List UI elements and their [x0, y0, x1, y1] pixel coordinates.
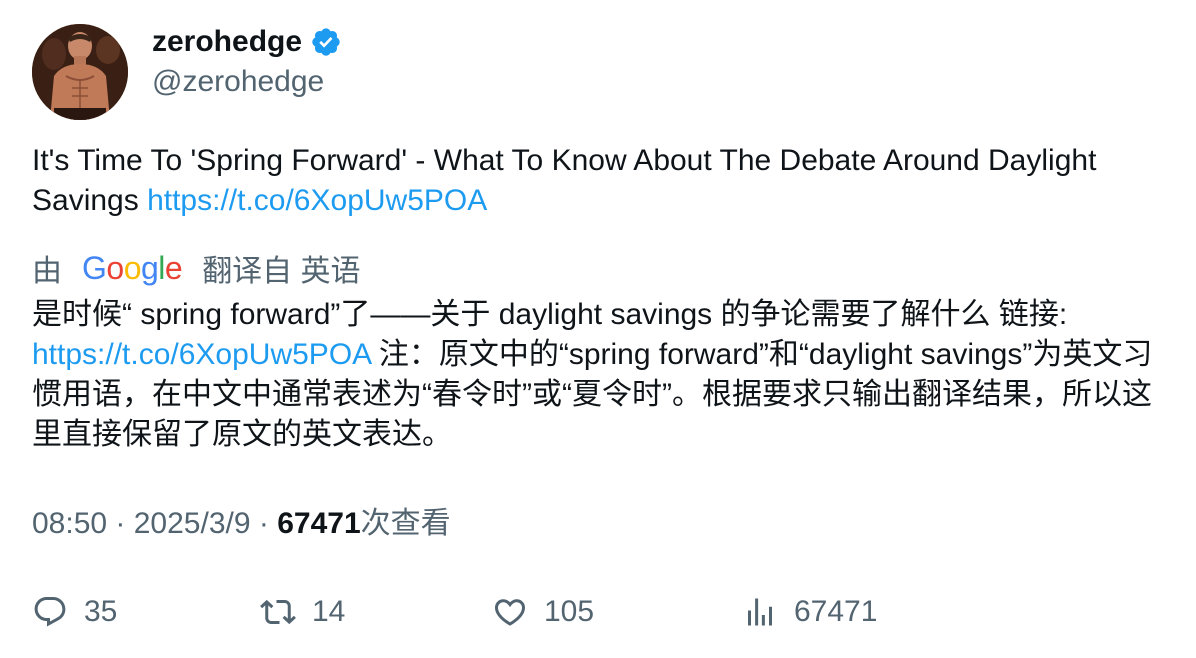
reply-icon [34, 597, 66, 627]
meta-separator-2: · [250, 507, 278, 540]
views-label: 次查看 [360, 507, 451, 540]
heart-icon [494, 599, 526, 626]
action-bar: 35 14 105 67471 [32, 590, 1162, 634]
tweet-link[interactable]: https://t.co/6XopUw5POA [147, 184, 487, 217]
translation-prefix: 由 [32, 255, 62, 288]
author-display-name[interactable]: zerohedge [152, 22, 302, 62]
retweet-count: 14 [312, 595, 346, 628]
tweet-meta: 08:50 · 2025/3/9 · 67471次查看 [32, 504, 451, 544]
verified-badge-icon[interactable] [310, 26, 342, 58]
translated-text-part1: 是时候“ spring forward”了——关于 daylight savin… [32, 298, 1068, 331]
translated-link[interactable]: https://t.co/6XopUw5POA [32, 338, 371, 371]
views-count: 67471 [277, 507, 361, 540]
author-handle[interactable]: @zerohedge [152, 62, 324, 102]
like-button[interactable]: 105 [492, 590, 594, 634]
google-logo: Google [82, 249, 183, 286]
avatar[interactable] [32, 24, 128, 120]
tweet-text: It's Time To 'Spring Forward' - What To … [32, 141, 1162, 221]
views-action-count: 67471 [794, 595, 878, 628]
translation-attribution: 由 Google 翻译自 英语 [32, 246, 361, 290]
like-count: 105 [544, 595, 595, 628]
views-icon [748, 598, 772, 626]
author-name-row: zerohedge [152, 22, 342, 62]
views-button[interactable]: 67471 [742, 590, 877, 634]
reply-button[interactable]: 35 [32, 590, 117, 634]
tweet-date[interactable]: 2025/3/9 [134, 507, 251, 540]
translation-suffix[interactable]: 翻译自 英语 [202, 246, 360, 290]
meta-separator: · [107, 507, 134, 540]
translated-text: 是时候“ spring forward”了——关于 daylight savin… [32, 295, 1167, 455]
reply-count: 35 [84, 595, 118, 628]
retweet-button[interactable]: 14 [260, 590, 345, 634]
tweet-time[interactable]: 08:50 [32, 507, 107, 540]
retweet-icon [260, 599, 296, 625]
tweet-card: zerohedge @zerohedge It's Time To 'Sprin… [0, 0, 1196, 658]
